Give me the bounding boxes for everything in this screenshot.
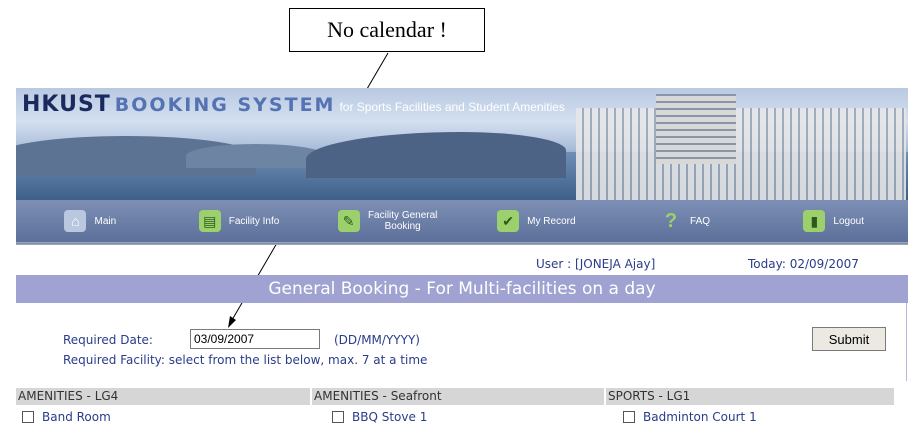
- system-logo-text: BOOKING SYSTEM: [114, 94, 336, 116]
- list-item: Badminton Court 1: [623, 410, 757, 424]
- nav-facility-info-label: Facility Info: [228, 215, 280, 227]
- page-title: General Booking - For Multi-facilities o…: [16, 275, 908, 303]
- facility-checkbox[interactable]: [332, 411, 344, 423]
- nav-faq[interactable]: ? FAQ: [611, 200, 760, 242]
- main-navigation: ⌂ Main ▤ Facility Info ✎ Facility General B…: [16, 200, 908, 245]
- site-title: HKUST BOOKING SYSTEM for Sports Facilities…: [22, 92, 565, 117]
- column-header-amenities-lg4: AMENITIES - LG4: [16, 388, 310, 405]
- nav-main-label: Main: [94, 215, 117, 227]
- facility-name[interactable]: Band Room: [42, 410, 111, 424]
- user-status-bar: User : [JONEJA Ajay] Today: 02/09/2007: [16, 256, 908, 274]
- nav-my-record-label: My Record: [527, 215, 576, 227]
- list-item: Band Room: [22, 410, 111, 424]
- facility-checkbox[interactable]: [623, 411, 635, 423]
- brand-logo-text: HKUST: [22, 92, 111, 117]
- nav-logout[interactable]: ▮ Logout: [759, 200, 908, 242]
- column-header-sports-lg1: SPORTS - LG1: [606, 388, 894, 405]
- house-icon: ⌂: [64, 210, 87, 232]
- tagline: for Sports Facilities and Student Amenit…: [339, 100, 565, 114]
- facility-name[interactable]: Badminton Court 1: [643, 410, 757, 424]
- user-name: User : [JONEJA Ajay]: [536, 257, 656, 271]
- nav-facility-info[interactable]: ▤ Facility Info: [165, 200, 314, 242]
- facility-name[interactable]: BBQ Stove 1: [352, 410, 427, 424]
- required-facility-label: Required Facility: select from the list …: [63, 353, 428, 367]
- nav-booking-label: Facility General Booking: [367, 210, 438, 232]
- list-item: BBQ Stove 1: [332, 410, 427, 424]
- nav-facility-general-booking[interactable]: ✎ Facility General Booking: [313, 200, 462, 242]
- door-icon: ▮: [803, 210, 826, 232]
- booking-icon: ✎: [337, 210, 360, 232]
- nav-logout-label: Logout: [833, 215, 864, 227]
- question-icon: ?: [664, 209, 678, 232]
- booking-window: HKUST BOOKING SYSTEM for Sports Facilities…: [16, 88, 908, 448]
- date-format-hint: (DD/MM/YYYY): [334, 333, 420, 347]
- booking-form: Required Date: (DD/MM/YYYY) Required Fac…: [16, 303, 907, 381]
- column-header-amenities-seafront: AMENITIES - Seafront: [312, 388, 604, 405]
- nav-main[interactable]: ⌂ Main: [16, 200, 165, 242]
- record-icon: ✔: [497, 210, 520, 232]
- nav-my-record[interactable]: ✔ My Record: [462, 200, 611, 242]
- document-icon: ▤: [198, 210, 221, 232]
- required-date-label: Required Date:: [63, 333, 153, 347]
- required-date-input[interactable]: [190, 329, 320, 349]
- submit-button[interactable]: Submit: [812, 327, 886, 351]
- today-date: Today: 02/09/2007: [748, 257, 859, 271]
- facility-checkbox[interactable]: [22, 411, 34, 423]
- header-banner: HKUST BOOKING SYSTEM for Sports Facilities…: [16, 88, 908, 200]
- nav-faq-label: FAQ: [690, 215, 711, 227]
